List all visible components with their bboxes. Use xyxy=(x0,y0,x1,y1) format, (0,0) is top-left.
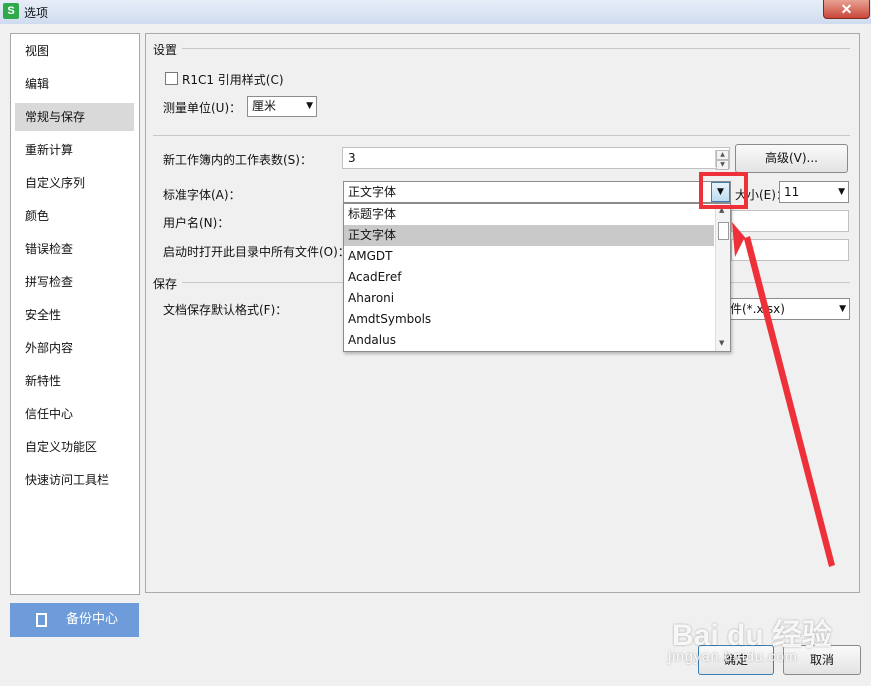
baidu-watermark: Bai du 经验 jingyan.baidu.com xyxy=(666,590,866,680)
watermark-url: jingyan.baidu.com xyxy=(668,648,798,664)
annotation-arrow xyxy=(732,222,835,567)
